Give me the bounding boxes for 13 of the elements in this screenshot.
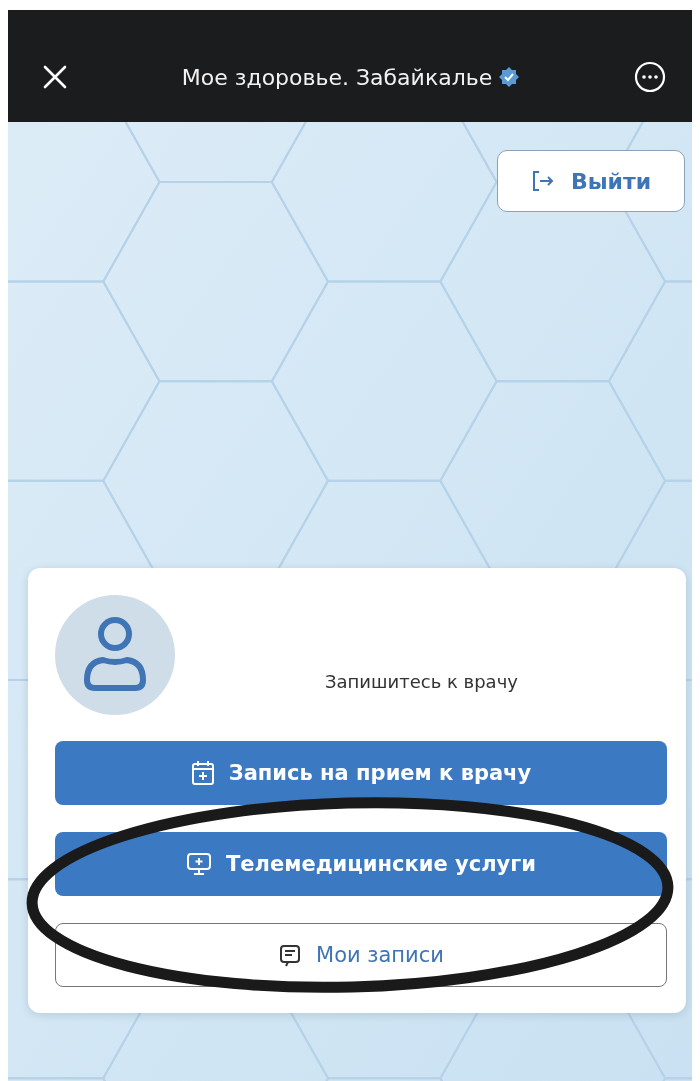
action-button[interactable]: Запись на прием к врачу xyxy=(55,741,667,805)
calendar-icon xyxy=(190,760,215,786)
action-button[interactable]: Телемедицинские услуги xyxy=(55,832,667,896)
close-icon xyxy=(42,64,68,90)
window-title: Мое здоровье. Забайкалье xyxy=(181,64,493,90)
logout-button[interactable]: Выйти xyxy=(497,150,685,212)
prompt-text: Запишитесь к врачу xyxy=(325,670,518,692)
note-icon xyxy=(278,943,303,967)
close-button[interactable] xyxy=(42,64,68,90)
more-icon xyxy=(634,61,666,93)
monitor-icon xyxy=(186,852,213,876)
logout-icon xyxy=(530,170,555,192)
more-button[interactable] xyxy=(634,61,666,93)
